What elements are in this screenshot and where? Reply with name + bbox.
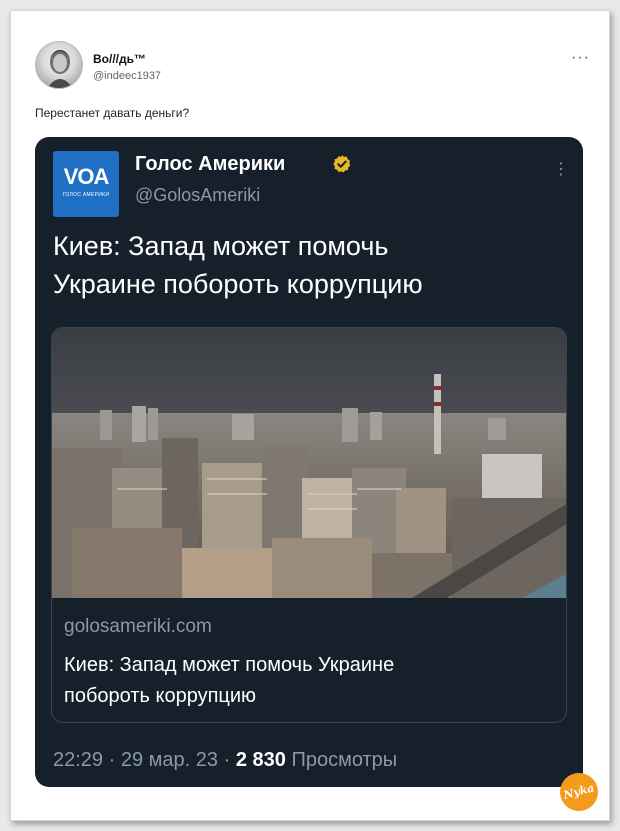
city-skyline-image [52, 328, 566, 598]
link-preview-card[interactable]: golosameriki.com Киев: Запад может помоч… [51, 327, 567, 723]
author-avatar[interactable] [35, 41, 83, 89]
screenshot-frame: Во///дь™ @indeec1937 ··· Перестанет дава… [10, 10, 610, 821]
link-title-line-1: Киев: Запад может помочь Украине [64, 654, 395, 676]
link-title[interactable]: Киев: Запад может помочь Украине поборот… [64, 650, 544, 712]
views-label: Просмотры [291, 749, 398, 771]
more-options-button[interactable]: ··· [571, 49, 590, 67]
views-count: 2 830 [235, 749, 286, 771]
tweet-meta: 22:29 · 29 мар. 23 · 2 830 Просмотры [53, 749, 397, 772]
link-title-line-2: побороть коррупцию [64, 685, 257, 707]
meta-separator: · [223, 749, 231, 771]
headline-line-2: Украине побороть коррупцию [53, 269, 423, 299]
author-handle[interactable]: @indeec1937 [93, 70, 161, 82]
headline-line-1: Киев: Запад может помочь [53, 231, 389, 261]
voa-logo-text: VOA [63, 164, 110, 189]
avatar-portrait-icon [47, 50, 73, 88]
verified-badge-icon [333, 155, 351, 173]
tweet-text: Перестанет давать деньги? [35, 106, 190, 120]
meta-separator: · [108, 749, 116, 771]
source-handle[interactable]: @GolosAmeriki [135, 185, 260, 206]
card-more-options-button[interactable]: ⋮ [553, 159, 569, 179]
voa-logo[interactable]: VOA ГОЛОС АМЕРИКИ [53, 151, 119, 217]
link-domain[interactable]: golosameriki.com [64, 616, 212, 638]
tweet-date[interactable]: 29 мар. 23 [121, 749, 218, 771]
headline: Киев: Запад может помочь Украине поборот… [53, 227, 553, 303]
quoted-tweet-card[interactable]: VOA ГОЛОС АМЕРИКИ Голос Америки @GolosAm… [35, 137, 583, 787]
voa-logo-subtext: ГОЛОС АМЕРИКИ [62, 192, 110, 198]
tweet-time[interactable]: 22:29 [53, 749, 103, 771]
author-name[interactable]: Во///дь™ [93, 52, 146, 66]
source-name[interactable]: Голос Америки [135, 153, 285, 176]
